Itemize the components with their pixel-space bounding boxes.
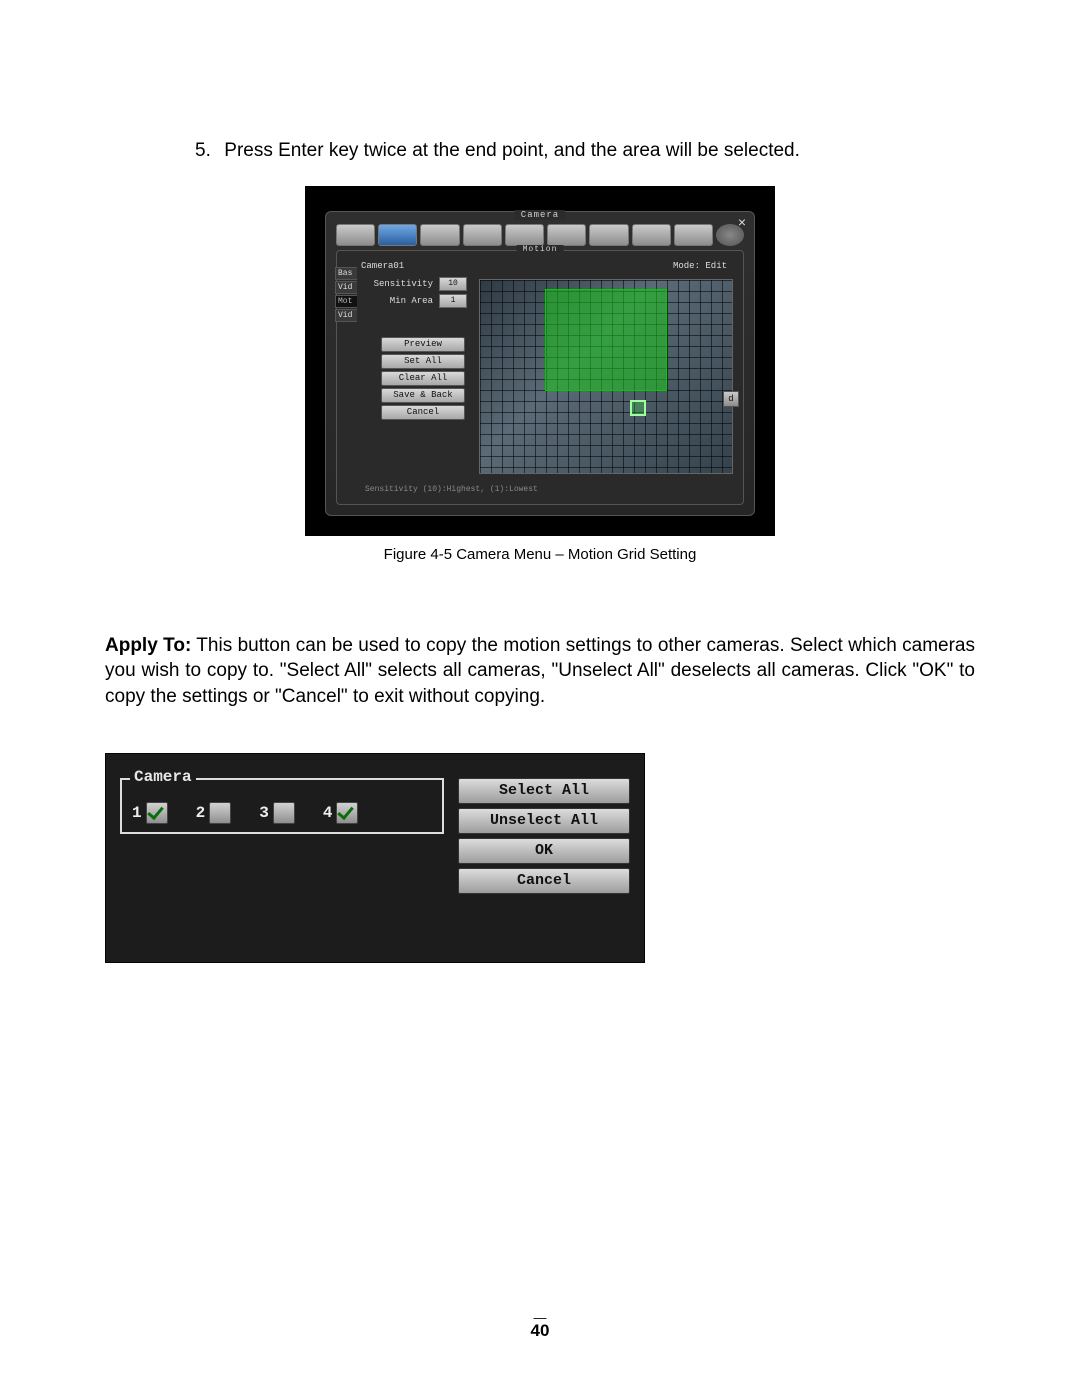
tab-scroll-icon[interactable] bbox=[716, 224, 744, 246]
camera-tab[interactable] bbox=[674, 224, 713, 246]
cancel-button[interactable]: Cancel bbox=[381, 405, 465, 420]
grid-cursor bbox=[630, 400, 646, 416]
motion-grid-view[interactable] bbox=[479, 279, 733, 474]
unselect-all-button[interactable]: Unselect All bbox=[458, 808, 630, 834]
camera-tab[interactable] bbox=[463, 224, 502, 246]
fieldset-legend: Camera bbox=[130, 768, 196, 786]
sensitivity-select[interactable]: 10 bbox=[439, 277, 467, 291]
window-title: Camera bbox=[515, 210, 565, 220]
motion-body: Camera01 Mode: Edit Sensitivity 10 Min A… bbox=[361, 261, 737, 498]
camera-option-label: 1 bbox=[132, 804, 142, 822]
camera-option-label: 2 bbox=[196, 804, 206, 822]
preview-button[interactable]: Preview bbox=[381, 337, 465, 352]
apply-to-text: This button can be used to copy the moti… bbox=[105, 635, 975, 707]
ok-button[interactable]: OK bbox=[458, 838, 630, 864]
min-area-label: Min Area bbox=[361, 296, 433, 306]
checkbox-icon[interactable] bbox=[273, 802, 295, 824]
apply-to-paragraph: Apply To: This button can be used to cop… bbox=[105, 633, 975, 709]
checkbox-icon[interactable] bbox=[146, 802, 168, 824]
instruction-step: 5. Press Enter key twice at the end poin… bbox=[195, 140, 975, 162]
side-tab-selected[interactable]: Mot bbox=[335, 295, 357, 308]
header-row: Camera01 Mode: Edit bbox=[361, 261, 737, 271]
camera-window: Camera × Motion Bas bbox=[325, 211, 755, 516]
motion-buttons: Preview Set All Clear All Save & Back Ca… bbox=[381, 337, 465, 420]
panel-title: Motion bbox=[517, 245, 564, 254]
dialog-buttons: Select All Unselect All OK Cancel bbox=[458, 778, 630, 948]
set-all-button[interactable]: Set All bbox=[381, 354, 465, 369]
camera-option-label: 3 bbox=[259, 804, 269, 822]
camera-tab[interactable] bbox=[632, 224, 671, 246]
camera-tab[interactable] bbox=[420, 224, 459, 246]
clear-all-button[interactable]: Clear All bbox=[381, 371, 465, 386]
apply-to-dialog: Camera 1 2 3 4 Select All Unselect All O… bbox=[105, 753, 645, 963]
figure-1-container: Camera × Motion Bas bbox=[305, 186, 775, 563]
checkbox-icon[interactable] bbox=[336, 802, 358, 824]
side-tab[interactable]: Bas bbox=[335, 267, 357, 280]
camera-tabstrip bbox=[336, 224, 744, 246]
camera-option-label: 4 bbox=[323, 804, 333, 822]
camera-option-4[interactable]: 4 bbox=[323, 794, 359, 832]
min-area-select[interactable]: 1 bbox=[439, 294, 467, 308]
side-tabs: Bas Vid Mot Vid bbox=[335, 267, 357, 323]
camera-option-2[interactable]: 2 bbox=[196, 794, 232, 832]
camera-tab[interactable] bbox=[336, 224, 375, 246]
mode-readout: Mode: Edit bbox=[673, 261, 727, 271]
instruction-text: Press Enter key twice at the end point, … bbox=[224, 140, 800, 161]
cancel-button[interactable]: Cancel bbox=[458, 868, 630, 894]
camera-option-3[interactable]: 3 bbox=[259, 794, 295, 832]
page-number-value: 40 bbox=[531, 1321, 550, 1340]
drive-chip[interactable]: d bbox=[723, 391, 739, 407]
camera-tab-selected[interactable] bbox=[378, 224, 417, 246]
camera-tab[interactable] bbox=[547, 224, 586, 246]
figure-caption: Figure 4-5 Camera Menu – Motion Grid Set… bbox=[305, 546, 775, 563]
select-all-button[interactable]: Select All bbox=[458, 778, 630, 804]
instruction-number: 5. bbox=[195, 140, 219, 162]
document-page: 5. Press Enter key twice at the end poin… bbox=[0, 0, 1080, 1397]
page-number: — 40 bbox=[0, 1315, 1080, 1341]
selected-area bbox=[546, 290, 666, 390]
motion-grid-screenshot: Camera × Motion Bas bbox=[305, 186, 775, 536]
motion-panel: Motion Bas Vid Mot Vid Camera01 Mode: Ed… bbox=[336, 250, 744, 505]
camera-name: Camera01 bbox=[361, 261, 404, 271]
checkbox-icon[interactable] bbox=[209, 802, 231, 824]
sensitivity-label: Sensitivity bbox=[361, 279, 433, 289]
side-tab[interactable]: Vid bbox=[335, 309, 357, 322]
side-tab[interactable]: Vid bbox=[335, 281, 357, 294]
sensitivity-hint: Sensitivity (10):Highest, (1):Lowest bbox=[365, 485, 733, 494]
camera-option-1[interactable]: 1 bbox=[132, 794, 168, 832]
camera-fieldset: Camera 1 2 3 4 bbox=[120, 778, 444, 834]
camera-tab[interactable] bbox=[589, 224, 628, 246]
camera-tab[interactable] bbox=[505, 224, 544, 246]
save-back-button[interactable]: Save & Back bbox=[381, 388, 465, 403]
apply-to-lead: Apply To: bbox=[105, 635, 191, 656]
